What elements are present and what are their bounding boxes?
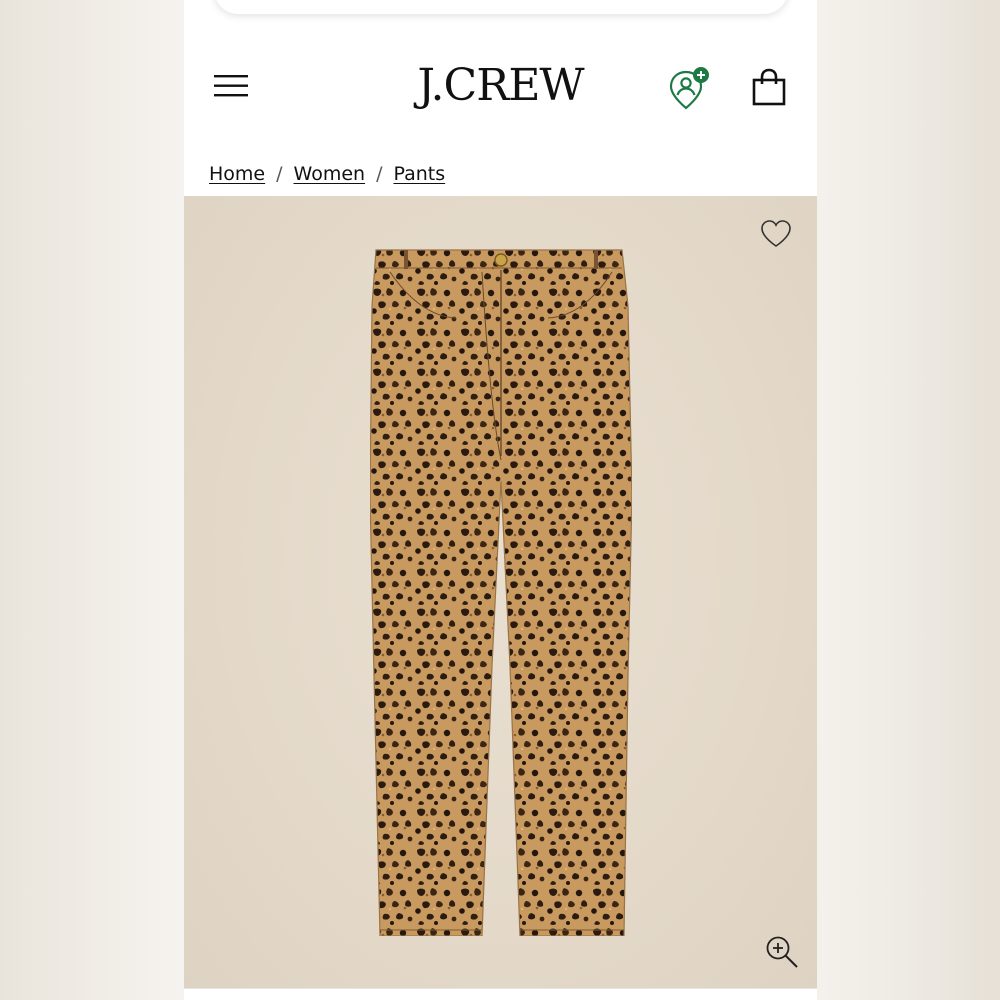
leopard-print-pants-image	[370, 249, 632, 936]
product-image-area[interactable]	[184, 196, 817, 988]
zoom-in-icon	[766, 936, 798, 968]
mobile-page: J.CREW Home / Women / Pants	[184, 0, 817, 1000]
wishlist-button[interactable]	[759, 218, 793, 250]
shopping-bag-button[interactable]	[750, 68, 788, 108]
breadcrumb-women[interactable]: Women	[294, 163, 366, 185]
breadcrumb: Home / Women / Pants	[209, 160, 445, 188]
account-add-icon	[669, 67, 709, 110]
bottom-strip	[184, 988, 817, 1000]
zoom-button[interactable]	[764, 934, 800, 970]
breadcrumb-separator: /	[276, 163, 283, 185]
account-button[interactable]	[668, 66, 714, 112]
breadcrumb-separator: /	[376, 163, 383, 185]
site-header: J.CREW	[184, 50, 817, 130]
top-card	[214, 0, 788, 14]
brand-logo[interactable]: J.CREW	[184, 60, 817, 112]
breadcrumb-pants[interactable]: Pants	[393, 163, 445, 185]
shopping-bag-icon	[752, 68, 786, 106]
heart-icon	[761, 220, 791, 247]
breadcrumb-home[interactable]: Home	[209, 163, 265, 185]
